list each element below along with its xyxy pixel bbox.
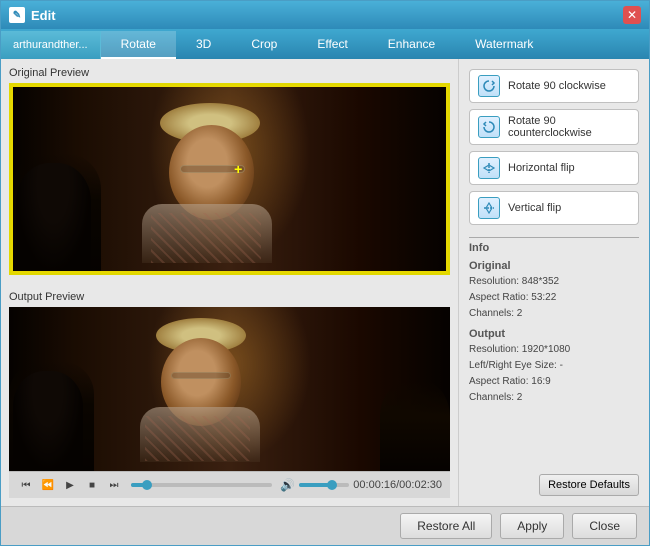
info-section: Info Original Resolution: 848*352 Aspect… — [469, 237, 639, 468]
rotate-cw-button[interactable]: Rotate 90 clockwise — [469, 69, 639, 103]
rotate-ccw-button[interactable]: Rotate 90 counterclockwise — [469, 109, 639, 145]
window-icon: ✎ — [9, 7, 25, 23]
original-preview-label: Original Preview — [9, 67, 450, 79]
skip-back-button[interactable]: ⏮ — [17, 476, 35, 494]
content-area: Original Preview — [1, 59, 649, 506]
flip-h-label: Horizontal flip — [508, 162, 575, 174]
progress-bar[interactable] — [131, 483, 272, 487]
rotate-cw-icon — [478, 75, 500, 97]
info-divider — [469, 237, 639, 238]
original-info-title: Original — [469, 260, 639, 272]
edit-window: ✎ Edit ✕ arthurandther... Rotate 3D Crop… — [0, 0, 650, 546]
restore-defaults-button[interactable]: Restore Defaults — [539, 474, 639, 496]
rotate-ccw-icon — [478, 116, 500, 138]
output-preview-section: Output Preview — [1, 283, 458, 507]
tabs-bar: arthurandther... Rotate 3D Crop Effect E… — [1, 29, 649, 59]
step-back-button[interactable]: ⏪ — [39, 476, 57, 494]
tab-3d[interactable]: 3D — [176, 31, 231, 59]
original-resolution: Resolution: 848*352 — [469, 274, 639, 290]
bottom-bar: Restore All Apply Close — [1, 506, 649, 545]
output-aspect-ratio: Aspect Ratio: 16:9 — [469, 374, 639, 390]
volume-bar[interactable] — [299, 483, 349, 487]
progress-thumb[interactable] — [142, 480, 152, 490]
output-preview-label: Output Preview — [9, 291, 450, 303]
output-info-title: Output — [469, 328, 639, 340]
flip-v-label: Vertical flip — [508, 202, 561, 214]
flip-v-button[interactable]: Vertical flip — [469, 191, 639, 225]
playback-bar: ⏮ ⏪ ▶ ■ ⏭ 🔊 00:00:16/00:02:30 — [9, 471, 450, 498]
output-channels: Channels: 2 — [469, 390, 639, 406]
output-lr-eye-size: Left/Right Eye Size: - — [469, 358, 639, 374]
play-button[interactable]: ▶ — [61, 476, 79, 494]
original-aspect-ratio: Aspect Ratio: 53:22 — [469, 290, 639, 306]
volume-thumb[interactable] — [327, 480, 337, 490]
tab-crop[interactable]: Crop — [231, 31, 297, 59]
stop-button[interactable]: ■ — [83, 476, 101, 494]
window-title: Edit — [31, 8, 623, 23]
left-panel: Original Preview — [1, 59, 459, 506]
original-preview-frame: + — [9, 83, 450, 275]
file-tab[interactable]: arthurandther... — [1, 31, 101, 59]
skip-forward-button[interactable]: ⏭ — [105, 476, 123, 494]
restore-all-button[interactable]: Restore All — [400, 513, 492, 539]
tab-enhance[interactable]: Enhance — [368, 31, 455, 59]
tab-watermark[interactable]: Watermark — [455, 31, 553, 59]
right-panel: Rotate 90 clockwise Rotate 90 counterclo… — [459, 59, 649, 506]
crosshair: + — [234, 161, 242, 177]
original-preview-section: Original Preview — [1, 59, 458, 283]
time-display: 00:00:16/00:02:30 — [353, 479, 442, 491]
output-resolution: Resolution: 1920*1080 — [469, 342, 639, 358]
output-preview-frame — [9, 307, 450, 472]
tab-effect[interactable]: Effect — [297, 31, 367, 59]
rotate-cw-label: Rotate 90 clockwise — [508, 80, 606, 92]
close-button[interactable]: Close — [572, 513, 637, 539]
info-title: Info — [469, 242, 639, 254]
flip-h-button[interactable]: Horizontal flip — [469, 151, 639, 185]
apply-button[interactable]: Apply — [500, 513, 564, 539]
original-channels: Channels: 2 — [469, 306, 639, 322]
flip-h-icon — [478, 157, 500, 179]
flip-v-icon — [478, 197, 500, 219]
close-window-button[interactable]: ✕ — [623, 6, 641, 24]
tab-rotate[interactable]: Rotate — [101, 31, 176, 59]
title-bar: ✎ Edit ✕ — [1, 1, 649, 29]
volume-icon: 🔊 — [280, 478, 295, 492]
rotate-ccw-label: Rotate 90 counterclockwise — [508, 115, 630, 139]
file-tab-label: arthurandther... — [13, 39, 88, 51]
